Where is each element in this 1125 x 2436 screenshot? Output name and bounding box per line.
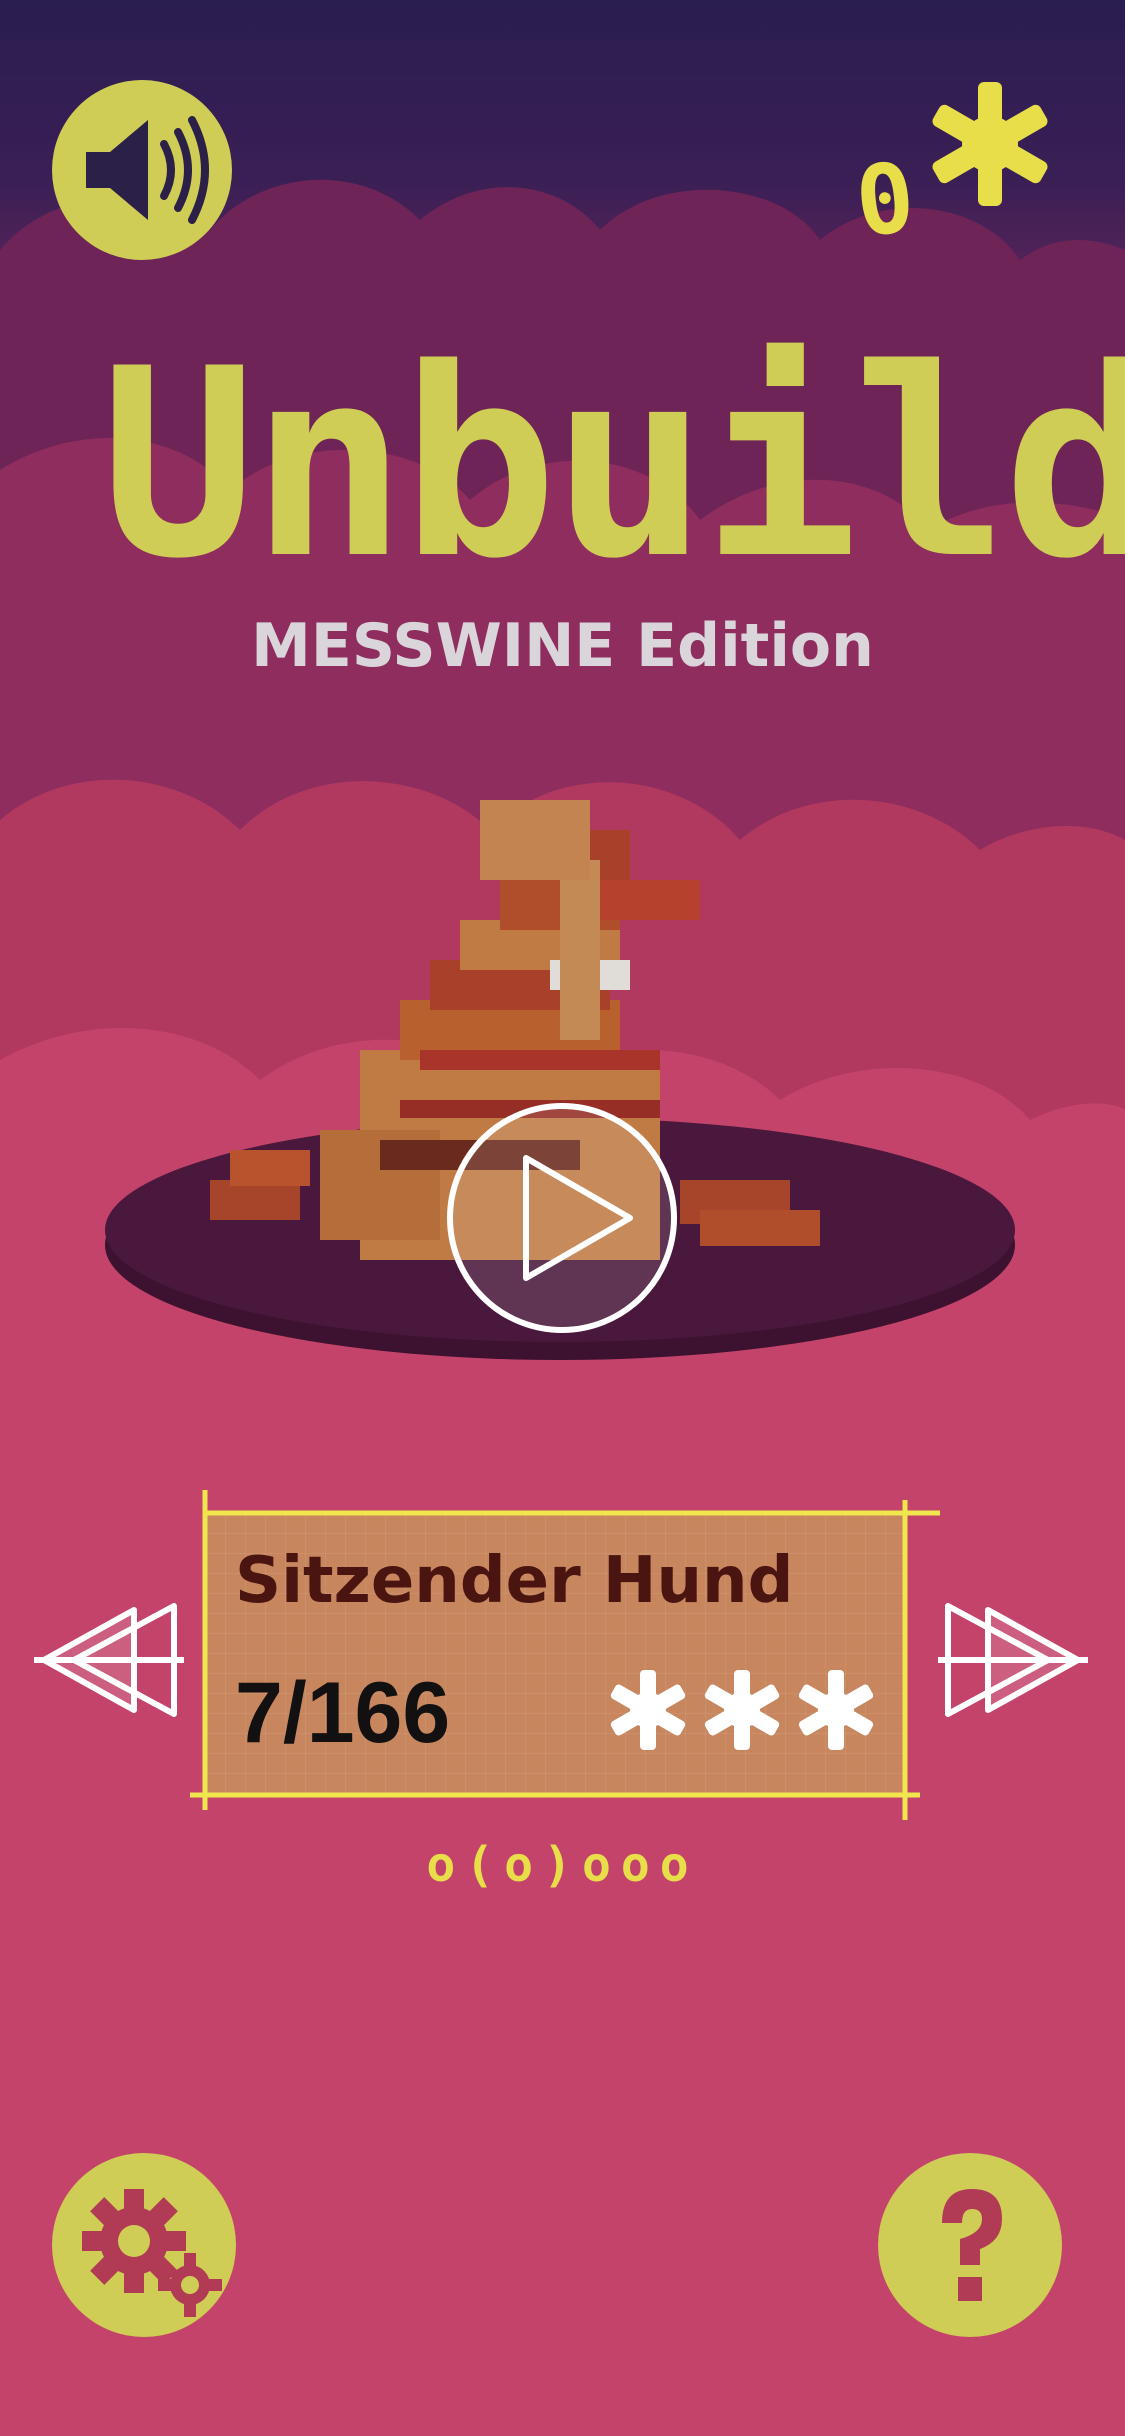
page-indicator: o(o)ooo — [426, 1837, 699, 1893]
double-chevron-right-icon — [938, 1603, 1088, 1717]
gears-icon — [82, 2189, 222, 2317]
double-chevron-left-icon — [34, 1603, 184, 1717]
help-button[interactable] — [878, 2153, 1062, 2337]
edition-subtitle: MESSWINE Edition — [251, 611, 874, 681]
asterisk-star-icon — [932, 82, 1048, 206]
settings-button[interactable] — [52, 2153, 236, 2337]
next-level-button[interactable] — [928, 1590, 1088, 1730]
previous-level-button[interactable] — [34, 1590, 194, 1730]
question-mark-icon — [942, 2189, 1002, 2301]
speaker-volume-icon — [86, 116, 209, 224]
game-title: Unbuild — [100, 314, 1125, 616]
play-button[interactable] — [444, 1100, 680, 1336]
sound-toggle-button[interactable] — [52, 80, 232, 260]
level-card-frame — [190, 1490, 940, 1820]
main-menu-screen: 0 Unbuild MESSWINE Edition Sitzender Hun… — [0, 0, 1125, 2436]
